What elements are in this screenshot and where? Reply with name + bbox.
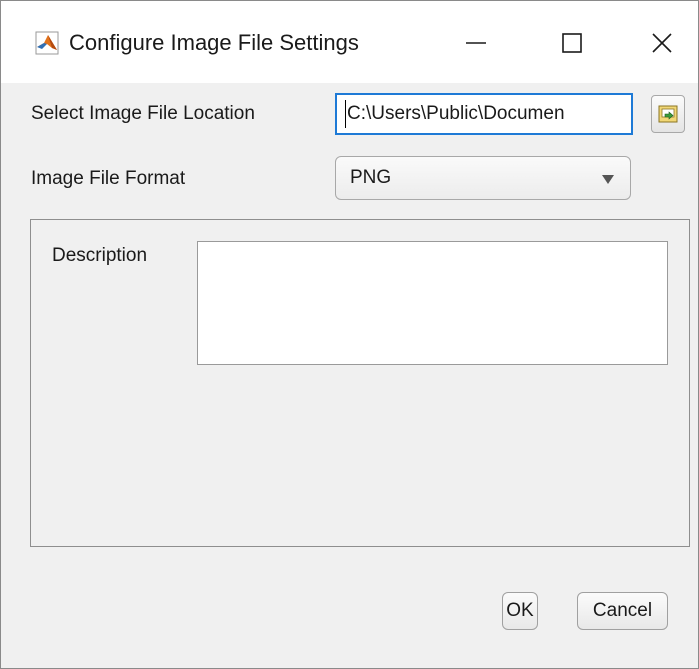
maximize-icon — [562, 33, 582, 53]
text-cursor — [345, 100, 346, 128]
format-selected-value: PNG — [350, 167, 392, 188]
format-dropdown[interactable]: PNG — [335, 156, 631, 200]
file-location-input[interactable] — [335, 93, 633, 135]
ok-button[interactable]: OK — [502, 592, 538, 630]
close-button[interactable] — [639, 23, 685, 63]
location-label: Select Image File Location — [31, 103, 255, 124]
description-label: Description — [52, 245, 148, 266]
minimize-icon — [466, 42, 486, 44]
matlab-icon — [35, 31, 59, 55]
dialog-window: Configure Image File Settings Select Ima… — [0, 0, 699, 669]
window-title: Configure Image File Settings — [69, 30, 359, 55]
close-icon — [652, 33, 672, 53]
title-bar[interactable]: Configure Image File Settings — [1, 1, 698, 83]
chevron-down-icon — [602, 175, 614, 184]
minimize-button[interactable] — [453, 23, 499, 63]
description-textarea[interactable] — [197, 241, 668, 365]
folder-browse-icon — [658, 105, 678, 123]
maximize-button[interactable] — [549, 23, 595, 63]
format-label: Image File Format — [31, 168, 186, 189]
cancel-button[interactable]: Cancel — [577, 592, 668, 630]
browse-folder-button[interactable] — [651, 95, 685, 133]
